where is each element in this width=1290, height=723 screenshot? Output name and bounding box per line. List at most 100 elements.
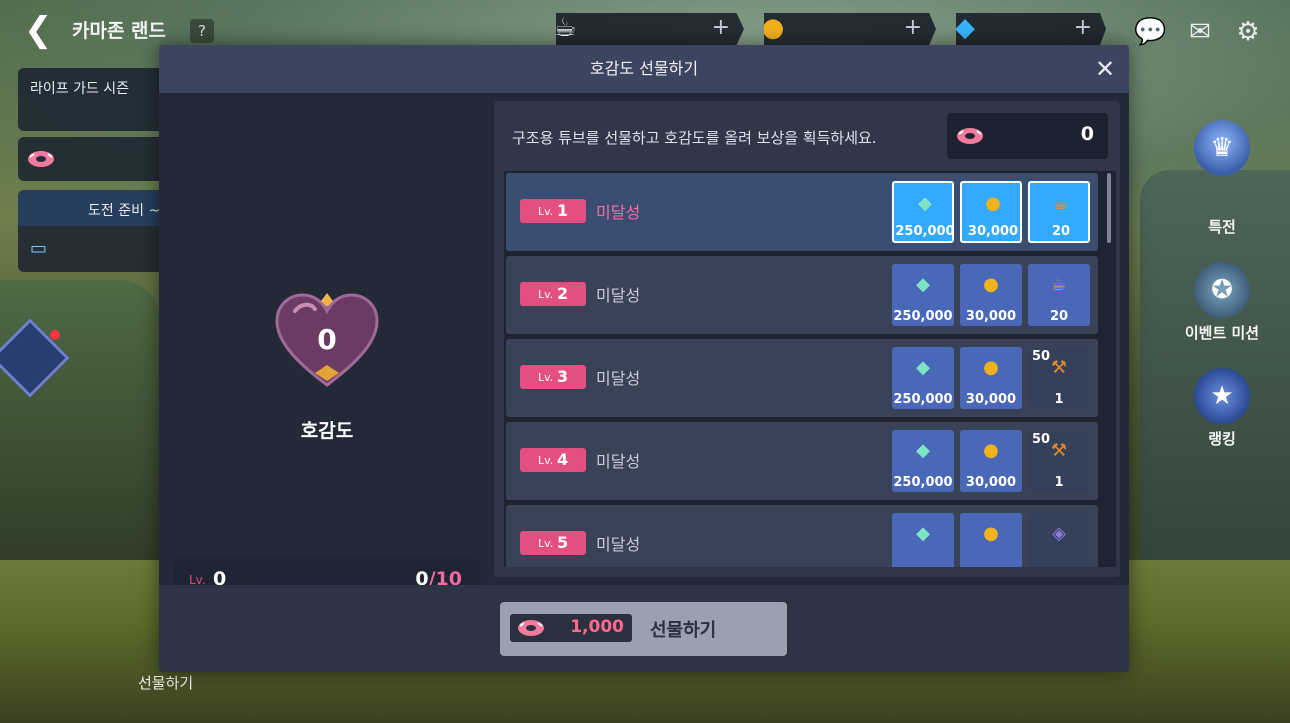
- affinity-pane: 0 호감도 Lv. 0 0/10: [159, 93, 495, 619]
- level-tag-prefix: Lv.: [538, 371, 554, 384]
- side-item-perks[interactable]: ♛ 특전: [1180, 120, 1264, 237]
- help-button[interactable]: ?: [190, 19, 214, 43]
- row-status: 미달성: [596, 203, 641, 222]
- challenge-card[interactable]: 도전 준비 ~ ▭: [18, 190, 168, 272]
- level-tag: Lv. 2: [520, 282, 586, 306]
- row-status: 미달성: [596, 286, 641, 305]
- coin-icon: ●: [983, 440, 999, 461]
- reward-row[interactable]: Lv. 2 미달성 ◆ 250,000 ● 30,000 ☕ 20: [506, 256, 1098, 334]
- tube-icon: [28, 151, 54, 167]
- currency-diamond: ◆ +: [956, 13, 1106, 45]
- scrollbar[interactable]: [1107, 173, 1111, 243]
- level-tag: Lv. 1: [520, 199, 586, 223]
- level-tag-prefix: Lv.: [538, 288, 554, 301]
- hammer-icon: ⚒: [1050, 440, 1068, 461]
- notification-dot: [50, 330, 60, 340]
- level-tag-prefix: Lv.: [538, 537, 554, 550]
- reward-amount: 30,000: [965, 309, 1017, 324]
- add-coffee-button[interactable]: +: [712, 15, 730, 40]
- crystal-icon: ◆: [916, 523, 930, 544]
- coin-icon: ●: [983, 523, 999, 544]
- gift-shortcut-label[interactable]: 선물하기: [138, 672, 193, 693]
- affinity-value: 0: [317, 323, 337, 356]
- gift-button-label: 선물하기: [650, 620, 717, 641]
- level-tag-number: 2: [557, 284, 569, 303]
- add-diamond-button[interactable]: +: [1074, 15, 1092, 40]
- reward-item[interactable]: ●: [960, 513, 1022, 567]
- info-text: 구조용 튜브를 선물하고 호감도를 올려 보상을 획득하세요.: [512, 129, 877, 147]
- side-item-perks-label: 특전: [1208, 218, 1236, 236]
- reward-row[interactable]: Lv. 3 미달성 ◆ 250,000 ● 30,000 50 ⚒ 1: [506, 339, 1098, 417]
- reward-row[interactable]: Lv. 1 미달성 ◆ 250,000 ● 30,000 ☕ 20: [506, 173, 1098, 251]
- close-button[interactable]: ✕: [1091, 55, 1119, 83]
- level-tag-prefix: Lv.: [538, 205, 554, 218]
- reward-item[interactable]: ☕ 20: [1028, 181, 1090, 243]
- star-badge-icon: ✪: [1194, 262, 1250, 318]
- crown-icon: ♛: [1194, 120, 1250, 176]
- reward-item[interactable]: 50 ⚒ 1: [1028, 347, 1090, 409]
- reward-row[interactable]: Lv. 4 미달성 ◆ 250,000 ● 30,000 50 ⚒ 1: [506, 422, 1098, 500]
- coffee-icon: ☕: [553, 13, 577, 43]
- reward-amount: 20: [1049, 309, 1069, 324]
- reward-item[interactable]: ◆ 250,000: [892, 181, 955, 243]
- level-tag-number: 4: [557, 450, 569, 469]
- crystal-icon: ◆: [916, 357, 930, 378]
- coin-icon: ●: [985, 193, 1001, 214]
- reward-list[interactable]: Lv. 1 미달성 ◆ 250,000 ● 30,000 ☕ 20 Lv. 2 미달성 ◆ 250,000…: [504, 171, 1116, 567]
- add-coin-button[interactable]: +: [904, 15, 922, 40]
- side-item-event-mission[interactable]: ✪ 이벤트 미션: [1176, 262, 1268, 343]
- reward-item[interactable]: ● 30,000: [960, 347, 1022, 409]
- tube-card[interactable]: [18, 137, 168, 181]
- level-tag: Lv. 3: [520, 365, 586, 389]
- tube-icon: [957, 128, 983, 144]
- coin-icon: ●: [983, 274, 999, 295]
- gift-button[interactable]: 1,000 선물하기: [500, 602, 787, 656]
- reward-amount: 1: [1054, 392, 1064, 407]
- crystal-icon: ◆: [918, 193, 932, 214]
- reward-row[interactable]: Lv. 5 미달성 ◆ ● ◈: [506, 505, 1098, 567]
- reward-item[interactable]: ● 30,000: [960, 181, 1022, 243]
- chat-icon[interactable]: 💬: [1134, 16, 1166, 48]
- level-tag-number: 1: [557, 201, 569, 220]
- reward-pane: 구조용 튜브를 선물하고 호감도를 올려 보상을 획득하세요. 0 Lv. 1 미달…: [494, 101, 1120, 577]
- side-item-event-mission-label: 이벤트 미션: [1184, 324, 1260, 342]
- modal-title: 호감도 선물하기: [589, 59, 699, 78]
- reward-item[interactable]: ◆ 250,000: [892, 264, 954, 326]
- side-item-ranking-label: 랭킹: [1208, 430, 1236, 448]
- coffee-icon: ☕: [1052, 193, 1070, 214]
- tube-count-box: 0: [947, 113, 1108, 159]
- modal-footer: 1,000 선물하기: [159, 585, 1129, 672]
- cube-icon: ◈: [1052, 523, 1066, 544]
- level-tag: Lv. 4: [520, 448, 586, 472]
- reward-amount: 250,000: [895, 224, 955, 239]
- reward-item[interactable]: 50 ⚒ 1: [1028, 430, 1090, 492]
- reward-item[interactable]: ◆ 250,000: [892, 430, 954, 492]
- gear-icon[interactable]: ⚙: [1232, 16, 1264, 48]
- reward-item[interactable]: ● 30,000: [960, 264, 1022, 326]
- side-item-ranking[interactable]: ★ 랭킹: [1190, 368, 1254, 449]
- tube-count: 0: [1080, 123, 1094, 145]
- reward-amount: 1: [1054, 475, 1064, 490]
- reward-item[interactable]: ☕ 20: [1028, 264, 1090, 326]
- row-status: 미달성: [596, 535, 641, 554]
- reward-item[interactable]: ● 30,000: [960, 430, 1022, 492]
- mail-icon[interactable]: ✉: [1184, 16, 1216, 48]
- gift-cost-box: 1,000: [510, 614, 632, 642]
- back-arrow-icon[interactable]: ❮: [24, 12, 60, 48]
- coin-icon: ●: [983, 357, 999, 378]
- affinity-label: 호감도: [300, 420, 354, 442]
- row-status: 미달성: [596, 452, 641, 471]
- diamond-icon: ◆: [955, 13, 975, 43]
- ranking-icon: ★: [1194, 368, 1250, 424]
- gift-cost: 1,000: [570, 617, 624, 637]
- reward-item[interactable]: ◈: [1028, 513, 1090, 567]
- currency-coin: ● +: [764, 13, 936, 45]
- level-tag-number: 3: [557, 367, 569, 386]
- reward-amount: 250,000: [893, 309, 953, 324]
- season-card[interactable]: 라이프 가드 시즌: [18, 68, 168, 131]
- reward-item[interactable]: ◆: [892, 513, 954, 567]
- tube-icon: [518, 620, 544, 636]
- level-tag: Lv. 5: [520, 531, 586, 555]
- reward-amount: 250,000: [893, 475, 953, 490]
- reward-item[interactable]: ◆ 250,000: [892, 347, 954, 409]
